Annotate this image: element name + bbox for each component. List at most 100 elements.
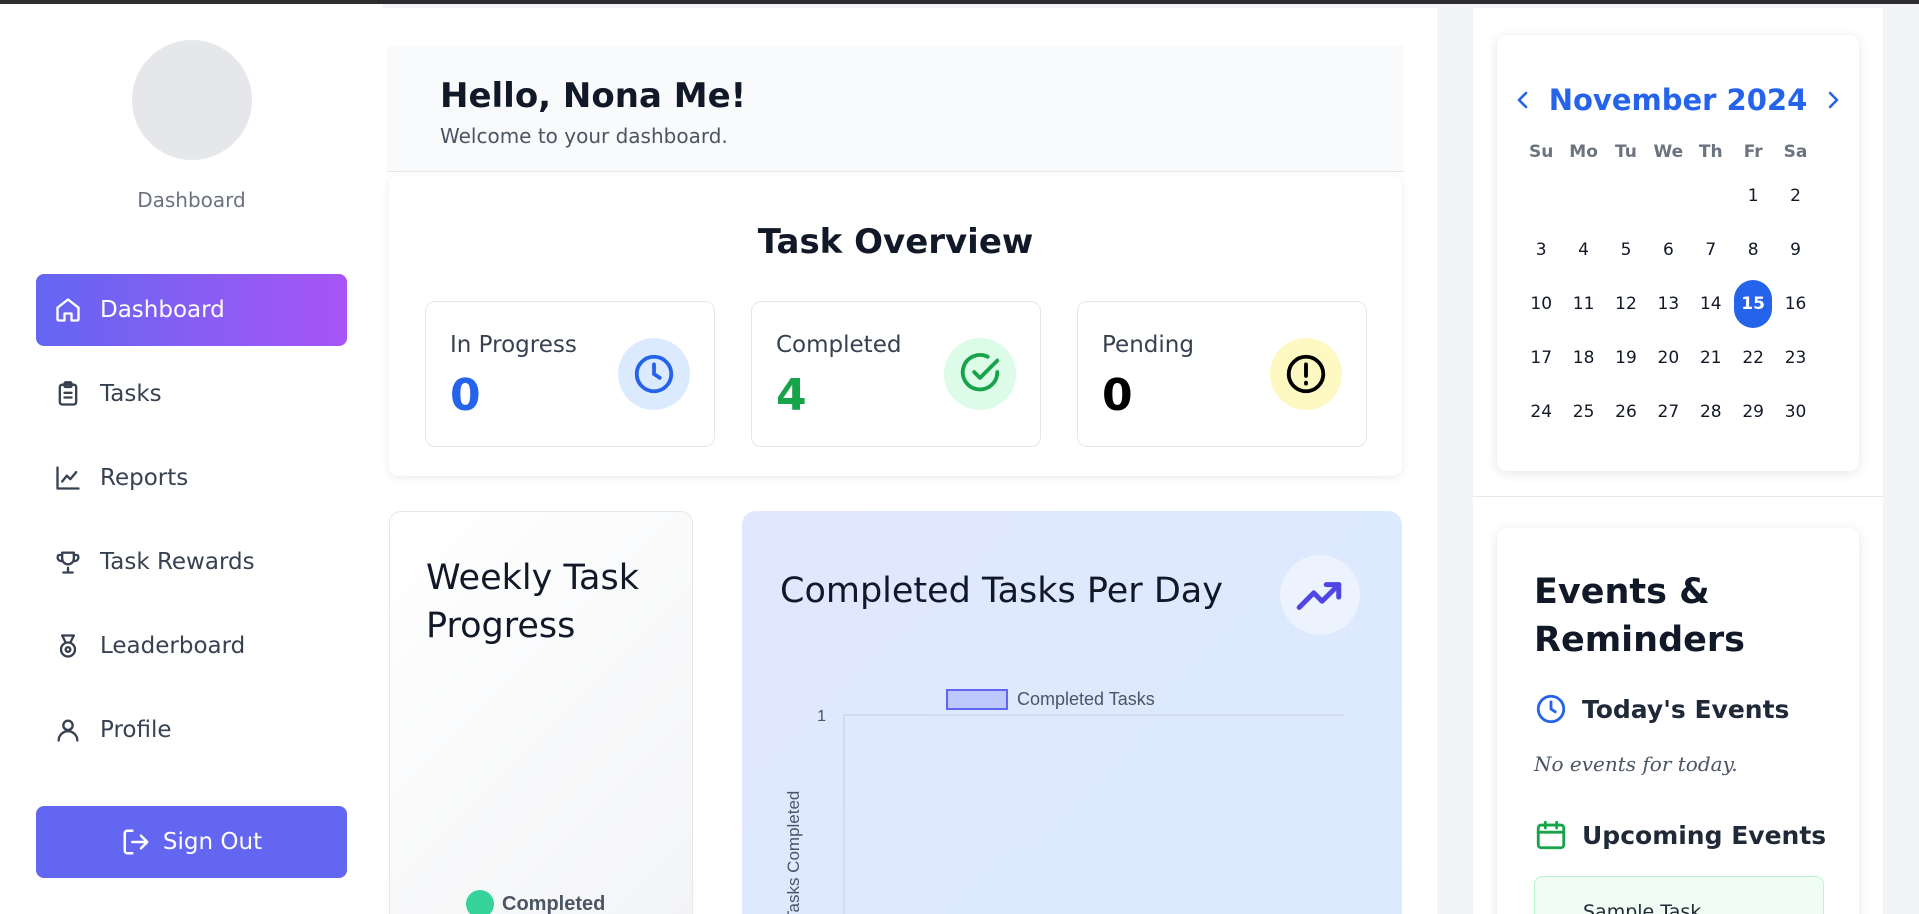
calendar-day[interactable]: 20 — [1647, 339, 1689, 377]
stat-value: 0 — [1102, 370, 1133, 421]
upcoming-event-item[interactable]: Sample Task — [1534, 876, 1824, 914]
chevron-right-icon[interactable] — [1821, 88, 1845, 112]
calendar-weekday-label: Mo — [1569, 142, 1598, 162]
calendar-day[interactable]: 17 — [1520, 339, 1562, 377]
calendar-header: November 2024 — [1497, 83, 1859, 117]
calendar-weekday-label: Su — [1529, 142, 1554, 162]
user-icon — [57, 719, 79, 742]
sidebar-item-leaderboard[interactable]: Leaderboard — [36, 610, 347, 682]
events-card: Events & Reminders Today's Events No eve… — [1497, 528, 1859, 914]
calendar-day[interactable]: 4 — [1562, 231, 1604, 269]
calendar-day[interactable]: 25 — [1562, 393, 1604, 431]
weekly-progress-card: Weekly Task Progress Completed — [389, 511, 693, 914]
calendar-day[interactable]: 30 — [1774, 393, 1816, 431]
stat-card-completed: Completed 4 — [751, 301, 1041, 447]
legend-swatch — [466, 890, 494, 914]
upcoming-events-title: Upcoming Events — [1582, 820, 1827, 850]
alert-circle-icon — [1270, 338, 1342, 410]
weekly-progress-title: Weekly Task Progress — [426, 558, 639, 646]
calendar-day[interactable]: 16 — [1774, 285, 1816, 323]
right-panel: November 2024 Su Mo Tu We Th Fr Sa 1 2 3 4 5 6 7 8 9 10 1… — [1473, 8, 1883, 914]
task-overview-card: Task Overview In Progress 0 Completed 4 … — [389, 176, 1402, 476]
calendar-day[interactable]: 2 — [1774, 177, 1816, 215]
legend-swatch[interactable] — [946, 689, 1008, 710]
todays-events-heading: Today's Events — [1534, 692, 1789, 726]
calendar-week-row: 17 18 19 20 21 22 23 — [1520, 331, 1817, 385]
sidebar-item-task-rewards[interactable]: Task Rewards — [36, 526, 347, 598]
calendar-card: November 2024 Su Mo Tu We Th Fr Sa 1 2 3 4 5 6 7 8 9 10 1… — [1497, 35, 1859, 471]
calendar-day[interactable]: 26 — [1605, 393, 1647, 431]
sidebar-item-label: Task Rewards — [100, 549, 255, 575]
calendar-weekday-label: Sa — [1783, 142, 1808, 162]
weekly-legend[interactable]: Completed — [466, 890, 605, 914]
y-tick-label: 1 — [817, 708, 826, 725]
calendar-day[interactable]: 9 — [1774, 231, 1816, 269]
sidebar: Dashboard Dashboard Tasks Reports Task R… — [0, 4, 383, 914]
avatar[interactable] — [132, 40, 252, 160]
calendar-empty-cell — [1605, 177, 1647, 215]
stat-label: In Progress — [450, 332, 577, 358]
stat-label: Pending — [1102, 332, 1194, 358]
calendar-day[interactable]: 24 — [1520, 393, 1562, 431]
legend-label: Completed Tasks — [1017, 689, 1155, 709]
calendar-day-today[interactable]: 15 — [1732, 280, 1774, 328]
sign-out-button[interactable]: Sign Out — [36, 806, 347, 878]
todays-events-title: Today's Events — [1582, 694, 1790, 724]
calendar-icon — [1536, 820, 1566, 850]
calendar-day[interactable]: 1 — [1732, 177, 1774, 215]
calendar-day[interactable]: 19 — [1605, 339, 1647, 377]
calendar-empty-cell — [1562, 177, 1604, 215]
sidebar-item-profile[interactable]: Profile — [36, 694, 347, 766]
calendar-month-title: November 2024 — [1548, 83, 1808, 117]
sidebar-item-label: Tasks — [100, 381, 162, 407]
calendar-day[interactable]: 27 — [1647, 393, 1689, 431]
line-chart-icon — [56, 466, 80, 490]
calendar-week-row: 3456789 — [1520, 223, 1817, 277]
calendar-day[interactable]: 18 — [1562, 339, 1604, 377]
sidebar-item-tasks[interactable]: Tasks — [36, 358, 347, 430]
calendar-weekday-label: Th — [1698, 142, 1723, 162]
sidebar-item-reports[interactable]: Reports — [36, 442, 347, 514]
calendar-empty-cell — [1520, 177, 1562, 215]
calendar-day[interactable]: 10 — [1520, 285, 1562, 323]
calendar-day[interactable]: 28 — [1690, 393, 1732, 431]
divider — [1473, 496, 1883, 497]
calendar-day[interactable]: 5 — [1605, 231, 1647, 269]
stat-value: 4 — [776, 370, 807, 421]
calendar-day[interactable]: 7 — [1690, 231, 1732, 269]
calendar-weekday-row: Su Mo Tu We Th Fr Sa — [1520, 135, 1817, 169]
calendar-day[interactable]: 22 — [1732, 339, 1774, 377]
calendar-day[interactable]: 13 — [1647, 285, 1689, 323]
clock-icon — [1536, 694, 1566, 724]
sidebar-item-label: Leaderboard — [100, 633, 246, 659]
calendar-grid: Su Mo Tu We Th Fr Sa 1 2 3 4 5 6 7 8 9 10 11 12 13 14 15 16 17 1… — [1520, 135, 1817, 439]
calendar-day[interactable]: 21 — [1690, 339, 1732, 377]
stat-card-pending: Pending 0 — [1077, 301, 1367, 447]
sidebar-item-label: Profile — [100, 717, 172, 743]
greeting-header: Hello, Nona Me! Welcome to your dashboar… — [387, 46, 1404, 172]
sidebar-item-label: Reports — [100, 465, 189, 491]
calendar-day[interactable]: 3 — [1520, 231, 1562, 269]
greeting-subtitle: Welcome to your dashboard. — [440, 124, 728, 148]
calendar-day[interactable]: 8 — [1732, 231, 1774, 269]
completed-tasks-chart: Completed Tasks 1 Tasks Completed — [784, 689, 1344, 914]
calendar-day[interactable]: 11 — [1562, 285, 1604, 323]
stat-card-in-progress: In Progress 0 — [425, 301, 715, 447]
check-circle-icon — [944, 338, 1016, 410]
trophy-icon — [56, 551, 80, 574]
no-events-text: No events for today. — [1534, 752, 1738, 776]
calendar-day[interactable]: 14 — [1690, 285, 1732, 323]
calendar-day[interactable]: 23 — [1774, 339, 1816, 377]
calendar-weekday-label: Fr — [1743, 142, 1763, 162]
upcoming-events-heading: Upcoming Events — [1534, 818, 1826, 852]
sidebar-item-dashboard[interactable]: Dashboard — [36, 274, 347, 346]
clock-icon — [618, 338, 690, 410]
sign-out-label: Sign Out — [162, 829, 263, 855]
greeting-title: Hello, Nona Me! — [440, 76, 747, 116]
calendar-day[interactable]: 6 — [1647, 231, 1689, 269]
calendar-day[interactable]: 29 — [1732, 393, 1774, 431]
chevron-left-icon[interactable] — [1511, 88, 1535, 112]
calendar-day[interactable]: 12 — [1605, 285, 1647, 323]
calendar-week-row: 12 — [1520, 169, 1817, 223]
calendar-weekday-label: Tu — [1615, 142, 1637, 162]
